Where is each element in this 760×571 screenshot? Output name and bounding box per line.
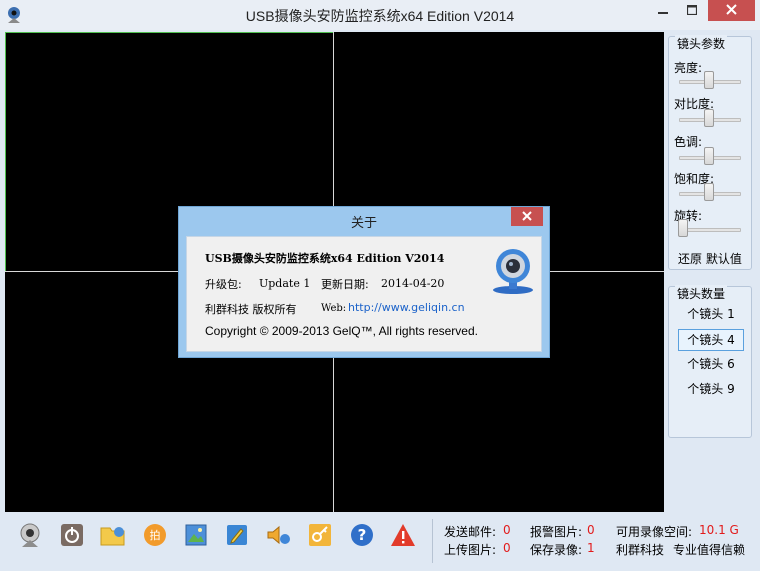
about-dialog-body: USB摄像头安防监控系统x64 Edition V2014 升级包: Updat… [186, 236, 542, 352]
maximize-icon [686, 4, 698, 18]
brightness-slider[interactable] [679, 71, 741, 89]
folder-settings-button[interactable] [98, 521, 128, 551]
image-icon [184, 523, 208, 550]
help-button[interactable]: ? [347, 521, 377, 551]
close-button[interactable] [708, 0, 755, 21]
update-date-label: 更新日期: [321, 278, 369, 291]
camera-count-option-6[interactable]: 个镜头 6 [678, 354, 744, 376]
upgrade-value: Update 1 [259, 277, 311, 290]
power-button[interactable] [57, 521, 87, 551]
camera-params-group: 镜头参数 亮度: 对比度: 色调: 饱和度: 旋转: 还原 默认值 [668, 35, 752, 270]
audio-button[interactable] [264, 521, 294, 551]
window-title: USB摄像头安防监控系统x64 Edition V2014 [245, 8, 515, 24]
copyright-owner: 利群科技 版权所有 [205, 303, 297, 316]
maximize-button[interactable] [678, 0, 706, 21]
edit-button[interactable] [222, 521, 252, 551]
reset-defaults-button[interactable]: 还原 默认值 [678, 250, 742, 267]
slider-thumb[interactable] [704, 109, 714, 127]
snapshot-button[interactable]: 拍 [140, 521, 170, 551]
upgrade-label: 升级包: [205, 278, 242, 291]
save-video-count: 1 [587, 541, 595, 555]
slider-thumb[interactable] [704, 147, 714, 165]
send-mail-label: 发送邮件: [444, 525, 497, 539]
image-button[interactable] [181, 521, 211, 551]
alarm-pic-label: 报警图片: [530, 525, 583, 539]
about-close-button[interactable] [511, 207, 543, 226]
key-icon [308, 523, 332, 550]
brand-slogan: 专业值得信赖 [673, 543, 746, 557]
available-space-label: 可用录像空间: [616, 525, 693, 539]
camera-count-option-9[interactable]: 个镜头 9 [678, 379, 744, 401]
upload-pic-label: 上传图片: [444, 543, 497, 557]
warning-icon [390, 523, 416, 550]
toolbar-separator [432, 519, 433, 563]
alarm-pic-count: 0 [587, 523, 595, 537]
hue-slider[interactable] [679, 147, 741, 165]
minimize-icon [658, 4, 668, 18]
webcam-icon [18, 522, 42, 551]
edit-icon [225, 523, 249, 550]
contrast-slider[interactable] [679, 109, 741, 127]
help-icon: ? [350, 523, 374, 550]
slider-thumb[interactable] [704, 183, 714, 201]
save-video-label: 保存录像: [530, 543, 583, 557]
webcam-button[interactable] [15, 521, 45, 551]
about-product-name: USB摄像头安防监控系统x64 Edition V2014 [205, 252, 445, 265]
about-dialog: 关于 USB摄像头安防监控系统x64 Edition V2014 升级包: Up… [178, 206, 550, 358]
warning-button[interactable] [388, 521, 418, 551]
close-icon [726, 3, 737, 18]
camera-count-option-4[interactable]: 个镜头 4 [678, 329, 744, 351]
camera-count-option-1[interactable]: 个镜头 1 [678, 304, 744, 326]
send-mail-count: 0 [503, 523, 511, 537]
audio-icon [266, 523, 292, 550]
slider-track [679, 228, 741, 232]
web-label: Web: [321, 303, 347, 314]
camera-count-group: 镜头数量 个镜头 1 个镜头 4 个镜头 6 个镜头 9 [668, 285, 752, 438]
power-icon [60, 523, 84, 550]
hue-label: 色调: [674, 135, 703, 149]
snapshot-icon: 拍 [143, 523, 167, 550]
brand-name: 利群科技 [616, 543, 665, 557]
slider-thumb[interactable] [704, 71, 714, 89]
saturation-slider[interactable] [679, 183, 741, 201]
update-date-value: 2014-04-20 [381, 277, 445, 290]
minimize-button[interactable] [648, 0, 678, 21]
available-space-value: 10.1 G [699, 523, 739, 537]
rotation-slider[interactable] [678, 219, 741, 237]
close-icon [522, 210, 532, 224]
upload-pic-count: 0 [503, 541, 511, 555]
webcam-icon [487, 246, 539, 294]
camera-params-title: 镜头参数 [675, 35, 728, 52]
slider-thumb[interactable] [678, 219, 688, 237]
title-bar: USB摄像头安防监控系统x64 Edition V2014 [0, 0, 760, 30]
svg-text:?: ? [358, 526, 367, 544]
website-link[interactable]: http://www.geliqin.cn [348, 301, 465, 314]
copyright-text: Copyright © 2009-2013 GelQ™, All rights … [205, 324, 478, 338]
brightness-label: 亮度: [674, 61, 703, 75]
camera-count-title: 镜头数量 [675, 285, 728, 302]
right-panel: 镜头参数 亮度: 对比度: 色调: 饱和度: 旋转: 还原 默认值 镜头数量 个… [666, 32, 755, 512]
about-dialog-title: 关于 [350, 216, 377, 231]
folder-settings-icon [100, 523, 126, 550]
svg-text:拍: 拍 [150, 528, 161, 542]
key-button[interactable] [305, 521, 335, 551]
bottom-toolbar: 拍 ? 发送邮件: 0 报警图片: 0 可用录像空间: 10.1 G 上传图片:… [0, 513, 760, 571]
